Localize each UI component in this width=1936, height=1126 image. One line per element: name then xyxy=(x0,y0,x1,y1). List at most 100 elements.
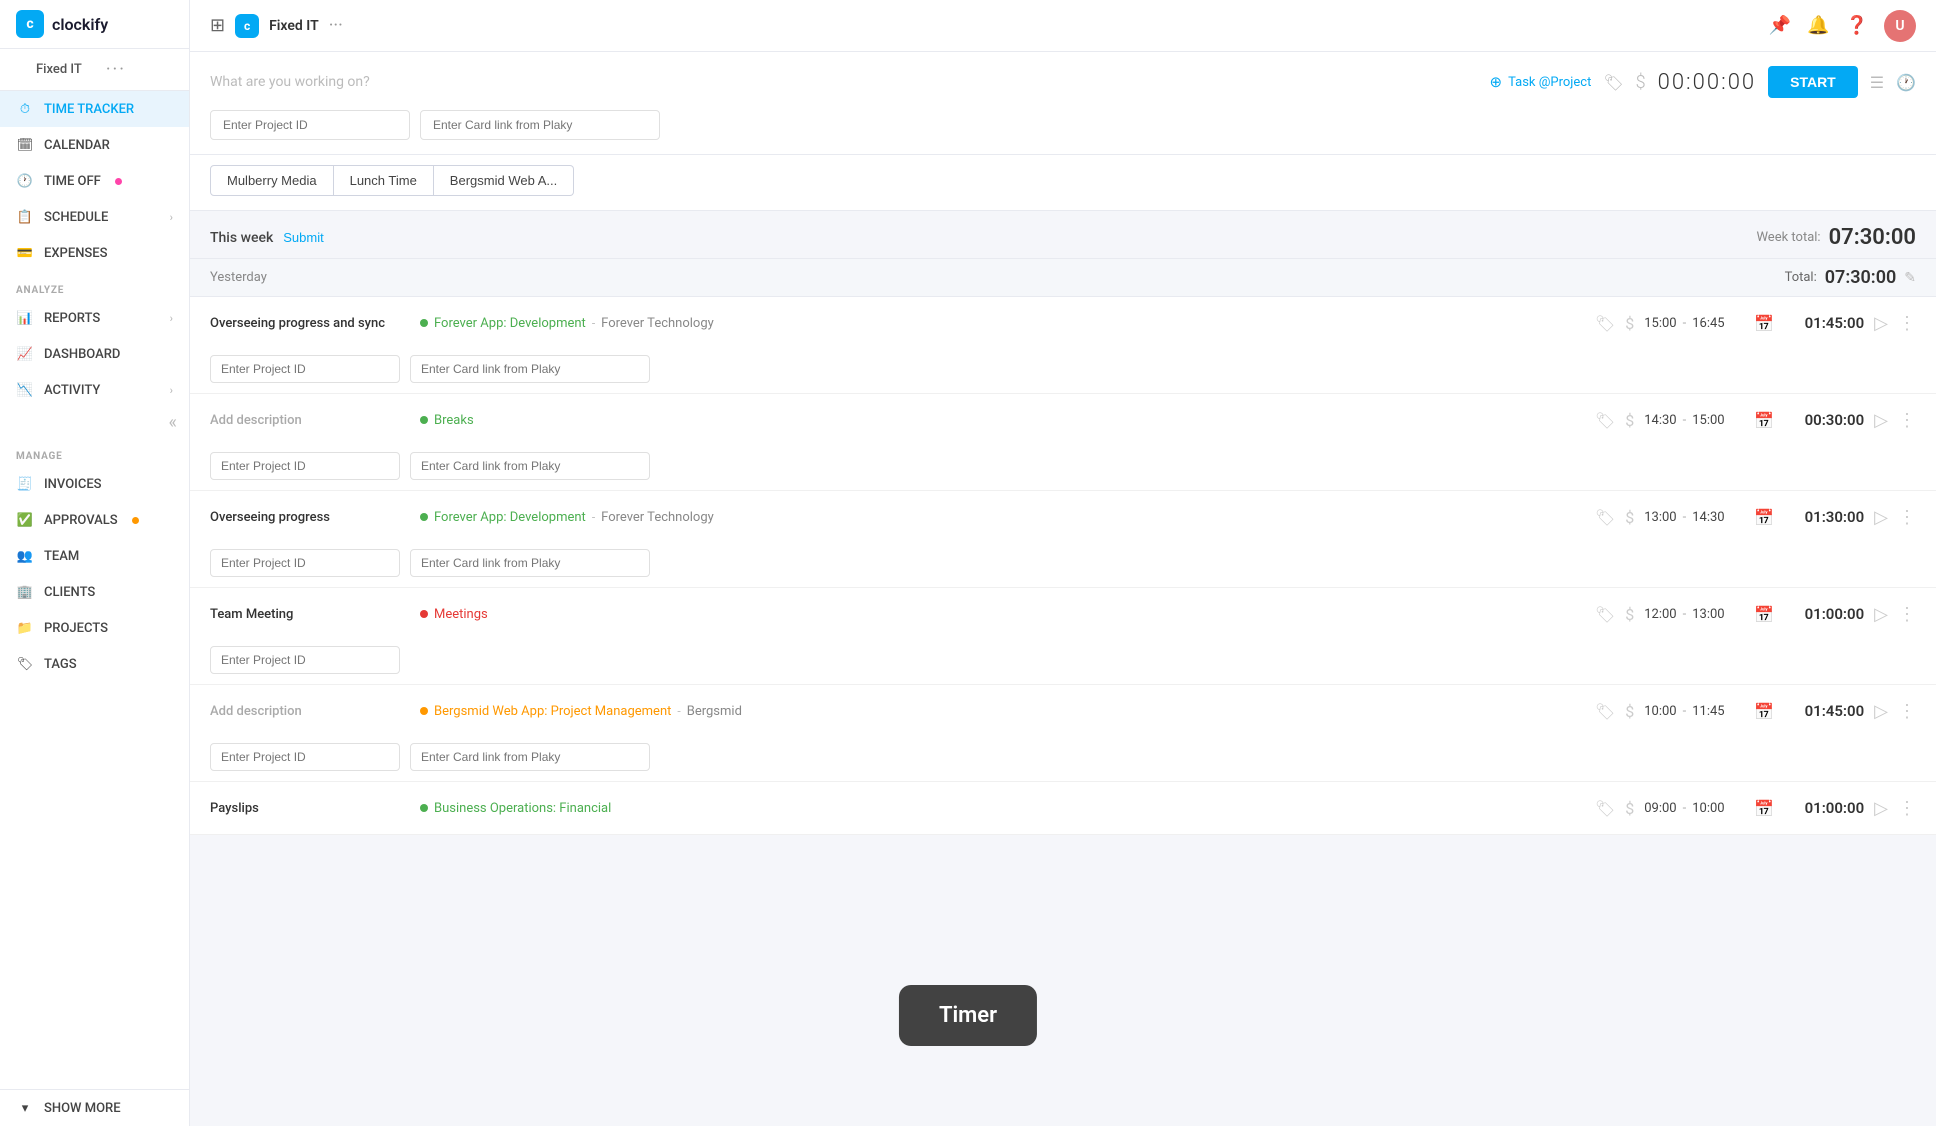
time-end[interactable]: 13:00 xyxy=(1692,607,1724,622)
sidebar-item-time-off[interactable]: 🕐 TIME OFF xyxy=(0,163,189,199)
workspace-menu-icon[interactable]: ··· xyxy=(106,59,126,80)
bell-icon[interactable]: 🔔 xyxy=(1807,15,1829,36)
more-options-icon[interactable]: ⋮ xyxy=(1898,313,1916,334)
clock-icon[interactable]: 🕐 xyxy=(1896,73,1916,92)
sidebar-item-activity[interactable]: 📉 ACTIVITY › xyxy=(0,372,189,408)
calendar-icon[interactable]: 📅 xyxy=(1754,799,1774,818)
sidebar-item-team[interactable]: 👥 TEAM xyxy=(0,538,189,574)
sidebar-item-time-tracker[interactable]: ⏱ TIME TRACKER xyxy=(0,91,189,127)
list-view-icon[interactable]: ☰ xyxy=(1870,73,1884,92)
edit-icon[interactable]: ✎ xyxy=(1904,270,1916,286)
play-icon[interactable]: ▷ xyxy=(1874,798,1888,819)
start-button[interactable]: START xyxy=(1768,66,1858,98)
time-start[interactable]: 13:00 xyxy=(1644,510,1676,525)
play-icon[interactable]: ▷ xyxy=(1874,313,1888,334)
recent-project-bergsmid[interactable]: Bergsmid Web A... xyxy=(434,165,574,196)
project-name[interactable]: Bergsmid Web App: Project Management xyxy=(434,704,671,719)
project-name[interactable]: Forever App: Development xyxy=(434,316,586,331)
time-start[interactable]: 10:00 xyxy=(1644,704,1676,719)
entry-card-link-input[interactable] xyxy=(410,549,650,577)
time-end[interactable]: 15:00 xyxy=(1692,413,1724,428)
tag-icon[interactable]: 🏷 xyxy=(1603,73,1623,92)
calendar-icon[interactable]: 📅 xyxy=(1754,702,1774,721)
tag-icon[interactable]: 🏷 xyxy=(1595,411,1615,430)
pin-icon[interactable]: 📌 xyxy=(1769,15,1791,36)
play-icon[interactable]: ▷ xyxy=(1874,701,1888,722)
dollar-icon[interactable]: $ xyxy=(1625,702,1634,721)
tag-icon[interactable]: 🏷 xyxy=(1595,314,1615,333)
timer-description[interactable]: What are you working on? xyxy=(210,74,1478,90)
play-icon[interactable]: ▷ xyxy=(1874,604,1888,625)
calendar-icon[interactable]: 📅 xyxy=(1754,314,1774,333)
sidebar-item-tags[interactable]: 🏷 TAGS xyxy=(0,646,189,682)
sidebar-item-label: CLIENTS xyxy=(44,585,95,600)
play-icon[interactable]: ▷ xyxy=(1874,507,1888,528)
user-avatar[interactable]: U xyxy=(1884,10,1916,42)
sidebar-item-label: CALENDAR xyxy=(44,138,110,153)
play-icon[interactable]: ▷ xyxy=(1874,410,1888,431)
sidebar-item-invoices[interactable]: 🧾 INVOICES xyxy=(0,466,189,502)
dollar-icon[interactable]: $ xyxy=(1625,411,1634,430)
workspace-header-dots[interactable]: ··· xyxy=(329,15,343,36)
sidebar-item-expenses[interactable]: 💳 EXPENSES xyxy=(0,235,189,271)
sidebar-item-dashboard[interactable]: 📈 DASHBOARD xyxy=(0,336,189,372)
time-start[interactable]: 14:30 xyxy=(1644,413,1676,428)
project-name[interactable]: Breaks xyxy=(434,413,474,428)
more-options-icon[interactable]: ⋮ xyxy=(1898,701,1916,722)
tag-icon[interactable]: 🏷 xyxy=(1595,605,1615,624)
time-end[interactable]: 10:00 xyxy=(1692,801,1724,816)
project-id-input[interactable] xyxy=(210,110,410,140)
more-options-icon[interactable]: ⋮ xyxy=(1898,604,1916,625)
dollar-icon[interactable]: $ xyxy=(1625,314,1634,333)
sidebar-item-reports[interactable]: 📊 REPORTS › xyxy=(0,300,189,336)
submit-week-button[interactable]: Submit xyxy=(283,230,323,245)
dollar-icon[interactable]: $ xyxy=(1625,799,1634,818)
time-end[interactable]: 11:45 xyxy=(1692,704,1724,719)
sidebar-item-schedule[interactable]: 📋 SCHEDULE › xyxy=(0,199,189,235)
entry-card-link-input[interactable] xyxy=(410,355,650,383)
time-dash: - xyxy=(1683,704,1687,719)
calendar-icon[interactable]: 📅 xyxy=(1754,508,1774,527)
dollar-icon[interactable]: $ xyxy=(1625,508,1634,527)
tag-icon[interactable]: 🏷 xyxy=(1595,702,1615,721)
time-start[interactable]: 15:00 xyxy=(1644,316,1676,331)
time-end[interactable]: 16:45 xyxy=(1692,316,1724,331)
entry-card-link-input[interactable] xyxy=(410,743,650,771)
time-start[interactable]: 12:00 xyxy=(1644,607,1676,622)
tag-icon[interactable]: 🏷 xyxy=(1595,508,1615,527)
sidebar-item-clients[interactable]: 🏢 CLIENTS xyxy=(0,574,189,610)
help-icon[interactable]: ❓ xyxy=(1846,15,1868,36)
day-header: Yesterday Total: 07:30:00 ✎ xyxy=(190,258,1936,297)
entry-project-id-input[interactable] xyxy=(210,452,400,480)
tag-icon[interactable]: 🏷 xyxy=(1595,799,1615,818)
more-options-icon[interactable]: ⋮ xyxy=(1898,410,1916,431)
more-options-icon[interactable]: ⋮ xyxy=(1898,798,1916,819)
more-options-icon[interactable]: ⋮ xyxy=(1898,507,1916,528)
calendar-icon[interactable]: 📅 xyxy=(1754,411,1774,430)
entry-project-id-input[interactable] xyxy=(210,549,400,577)
sidebar-item-projects[interactable]: 📁 PROJECTS xyxy=(0,610,189,646)
card-link-input[interactable] xyxy=(420,110,660,140)
time-end[interactable]: 14:30 xyxy=(1692,510,1724,525)
entry-duration: 00:30:00 xyxy=(1784,411,1864,429)
time-dash: - xyxy=(1683,413,1687,428)
task-project-button[interactable]: ⊕ Task @Project xyxy=(1490,73,1592,91)
entry-card-link-input[interactable] xyxy=(410,452,650,480)
sidebar-item-approvals[interactable]: ✅ APPROVALS xyxy=(0,502,189,538)
project-name[interactable]: Business Operations: Financial xyxy=(434,801,611,816)
dollar-icon[interactable]: $ xyxy=(1625,605,1634,624)
collapse-sidebar-icon[interactable]: « xyxy=(169,412,177,433)
project-name[interactable]: Forever App: Development xyxy=(434,510,586,525)
recent-project-mulberry[interactable]: Mulberry Media xyxy=(210,165,334,196)
time-start[interactable]: 09:00 xyxy=(1644,801,1676,816)
sidebar-show-more[interactable]: ▾ SHOW MORE xyxy=(0,1089,189,1126)
project-name[interactable]: Meetings xyxy=(434,607,488,622)
calendar-icon[interactable]: 📅 xyxy=(1754,605,1774,624)
entry-project-id-input[interactable] xyxy=(210,743,400,771)
recent-project-lunch[interactable]: Lunch Time xyxy=(334,165,434,196)
sidebar-item-calendar[interactable]: 🗓 CALENDAR xyxy=(0,127,189,163)
entry-project-id-input[interactable] xyxy=(210,355,400,383)
dollar-icon[interactable]: $ xyxy=(1636,72,1646,93)
grid-icon[interactable]: ⊞ xyxy=(210,15,225,36)
entry-project-id-input[interactable] xyxy=(210,646,400,674)
